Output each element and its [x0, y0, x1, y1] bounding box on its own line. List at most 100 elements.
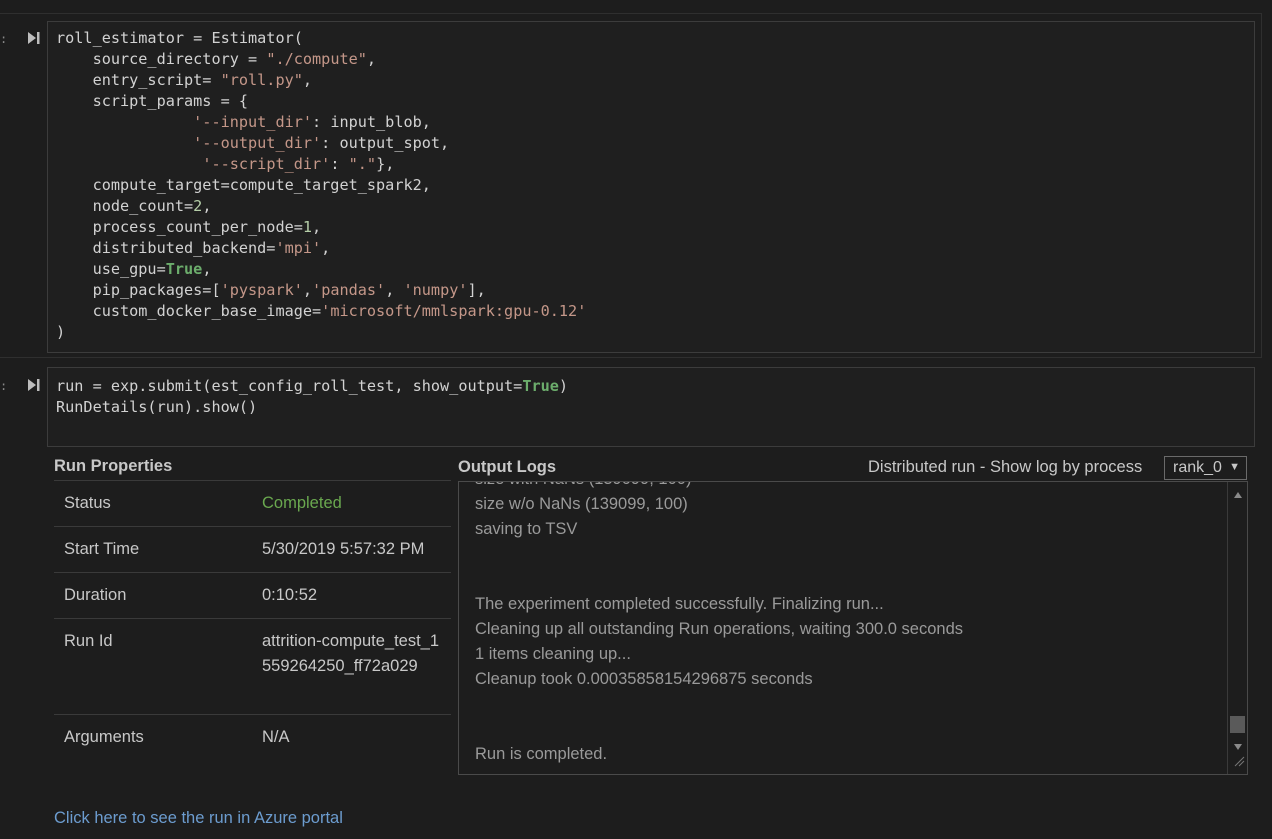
code-token: "./compute"	[266, 50, 367, 68]
code-token: ,	[312, 218, 322, 236]
code-token: roll_estimator = Estimator(	[56, 29, 303, 47]
run-cell-icon[interactable]	[27, 31, 41, 45]
property-label: Run Id	[64, 632, 113, 650]
log-line: Run is completed.	[475, 745, 608, 763]
code-editor[interactable]: roll_estimator = Estimator( source_direc…	[47, 21, 1255, 353]
code-token: 'microsoft/mmlspark:gpu-0.12'	[321, 302, 587, 320]
run-properties-title: Run Properties	[54, 457, 173, 475]
property-row-duration: Duration 0:10:52	[54, 572, 451, 618]
code-line: '--input_dir': input_blob,	[56, 112, 1254, 133]
code-token: source_directory =	[56, 50, 267, 68]
log-line: saving to TSV	[475, 520, 578, 538]
code-token: ,	[202, 197, 212, 215]
code-token: )	[558, 377, 569, 395]
scroll-up-icon[interactable]	[1233, 486, 1243, 504]
code-token: ,	[302, 281, 313, 299]
property-label: Start Time	[64, 540, 140, 558]
code-line: node_count=2,	[56, 196, 1254, 217]
code-token: True	[165, 260, 203, 278]
log-line: size w/o NaNs (139099, 100)	[475, 495, 688, 513]
code-line: pip_packages=['pyspark','pandas', 'numpy…	[56, 280, 1254, 301]
code-token: 2	[193, 197, 203, 215]
property-label: Status	[64, 494, 111, 512]
code-token: : output_spot,	[321, 134, 450, 152]
code-token: 'mpi'	[275, 239, 322, 257]
code-token: ,	[366, 50, 377, 68]
cell-prompt: :	[0, 379, 8, 393]
code-token: ,	[202, 260, 212, 278]
code-token: distributed_backend=	[56, 239, 276, 257]
code-token: use_gpu=	[56, 260, 166, 278]
property-row-arguments: Arguments N/A	[54, 714, 451, 760]
code-line: '--script_dir': "."},	[56, 154, 1254, 175]
code-token: : input_blob,	[312, 113, 431, 131]
code-token: ,	[385, 281, 404, 299]
code-editor[interactable]: run = exp.submit(est_config_roll_test, s…	[47, 367, 1255, 447]
code-token: ,	[302, 71, 313, 89]
property-label: Duration	[64, 586, 127, 604]
property-label: Arguments	[64, 728, 144, 746]
property-value: 0:10:52	[262, 586, 318, 604]
cell-prompt: :	[0, 32, 8, 46]
property-row-status: Status Completed	[54, 480, 451, 526]
code-line: run = exp.submit(est_config_roll_test, s…	[56, 376, 1254, 397]
code-token: '--output_dir'	[193, 134, 322, 152]
code-token: 1	[302, 218, 313, 236]
status-value: Completed	[262, 494, 342, 512]
run-id-value: attrition-compute_test_1559264250_ff72a0…	[262, 632, 440, 675]
code-token: compute_target=compute_target_spark2,	[56, 176, 431, 194]
code-token: '--input_dir'	[193, 113, 313, 131]
code-token: )	[56, 323, 66, 341]
process-select-value: rank_0	[1173, 459, 1222, 476]
code-token: "."	[348, 155, 377, 173]
code-token: process_count_per_node=	[56, 218, 303, 236]
code-line: process_count_per_node=1,	[56, 217, 1254, 238]
code-token: '--script_dir'	[202, 155, 331, 173]
run-cell-icon[interactable]	[27, 378, 41, 392]
azure-portal-link[interactable]: Click here to see the run in Azure porta…	[54, 809, 343, 828]
code-token: node_count=	[56, 197, 194, 215]
code-line: )	[56, 322, 1254, 343]
code-token: script_params = {	[56, 92, 249, 110]
log-line: 1 items cleaning up...	[475, 645, 631, 663]
log-line: Cleanup took 0.00035858154296875 seconds	[475, 670, 813, 688]
code-token: },	[376, 155, 395, 173]
output-log-panel[interactable]: size with NaNs (139099, 100) size w/o NaN…	[458, 481, 1248, 775]
log-scrollbar[interactable]	[1227, 482, 1247, 774]
scroll-thumb[interactable]	[1230, 716, 1245, 733]
code-line: roll_estimator = Estimator(	[56, 28, 1254, 49]
property-value: N/A	[262, 728, 290, 746]
property-value: 5/30/2019 5:57:32 PM	[262, 540, 425, 558]
resize-handle-icon[interactable]	[1233, 754, 1245, 772]
log-line: size with NaNs (139099, 100)	[475, 482, 691, 489]
property-row-run-id: Run Id attrition-compute_test_1559264250…	[54, 618, 451, 714]
code-line: '--output_dir': output_spot,	[56, 133, 1254, 154]
code-token: "roll.py"	[220, 71, 303, 89]
code-line: script_params = {	[56, 91, 1254, 112]
distributed-run-label: Distributed run - Show log by process	[868, 458, 1143, 476]
log-line: The experiment completed successfully. F…	[475, 595, 884, 613]
code-token: 'numpy'	[403, 281, 468, 299]
code-token: entry_script=	[56, 71, 221, 89]
code-cell-1[interactable]: : roll_estimator = Estimator( source_dir…	[0, 13, 1262, 358]
code-line: custom_docker_base_image='microsoft/mmls…	[56, 301, 1254, 322]
code-line: source_directory = "./compute",	[56, 49, 1254, 70]
property-row-start-time: Start Time 5/30/2019 5:57:32 PM	[54, 526, 451, 572]
code-token: 'pyspark'	[220, 281, 303, 299]
code-line: distributed_backend='mpi',	[56, 238, 1254, 259]
output-logs-title: Output Logs	[458, 458, 557, 476]
log-line: Cleaning up all outstanding Run operatio…	[475, 620, 963, 638]
code-token: :	[330, 155, 349, 173]
code-cell-2[interactable]: : run = exp.submit(est_config_roll_test,…	[0, 367, 1262, 449]
code-token: RunDetails(run).show()	[56, 398, 258, 416]
process-select[interactable]: rank_0 ▼	[1164, 456, 1247, 480]
code-token: 'pandas'	[312, 281, 386, 299]
code-token: pip_packages=[	[56, 281, 221, 299]
code-line: RunDetails(run).show()	[56, 397, 1254, 418]
code-token: ,	[321, 239, 331, 257]
chevron-down-icon: ▼	[1229, 461, 1240, 473]
code-token: custom_docker_base_image=	[56, 302, 322, 320]
